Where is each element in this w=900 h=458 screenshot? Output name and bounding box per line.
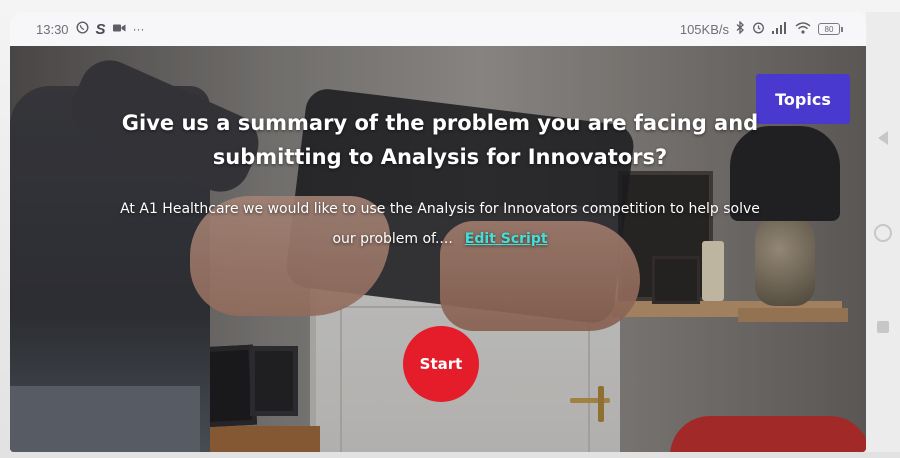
- start-button[interactable]: Start: [403, 326, 479, 402]
- edit-script-link[interactable]: Edit Script: [465, 231, 548, 247]
- status-bar: 13:30 S ··· 105KB/s 80: [10, 12, 866, 46]
- home-icon[interactable]: [874, 223, 892, 242]
- status-bar-right: 105KB/s 80: [679, 20, 843, 37]
- more-dots-icon: ···: [132, 22, 145, 36]
- wifi-icon: [795, 21, 811, 37]
- s-app-icon: S: [95, 20, 106, 38]
- video-camera-icon: [112, 22, 126, 36]
- battery-indicator: 80: [818, 23, 843, 35]
- status-time: 13:30: [36, 21, 69, 37]
- prompt-question: Give us a summary of the problem you are…: [121, 111, 759, 169]
- network-speed: 105KB/s: [679, 21, 729, 37]
- recents-icon[interactable]: [877, 320, 889, 333]
- bluetooth-icon: [736, 20, 745, 37]
- signal-icon: [772, 21, 788, 37]
- phone-screen: 13:30 S ··· 105KB/s 80 Topics Give us a …: [10, 12, 866, 452]
- prompt-script: At A1 Healthcare we would like to use th…: [110, 194, 770, 254]
- camera-preview: Topics Give us a summary of the problem …: [10, 46, 866, 452]
- whatsapp-icon: [76, 21, 89, 37]
- back-icon[interactable]: [878, 131, 888, 146]
- alarm-icon: [752, 21, 765, 37]
- android-nav-bar: [866, 12, 900, 452]
- status-bar-left: 13:30 S ···: [36, 21, 145, 38]
- script-text: At A1 Healthcare we would like to use th…: [120, 201, 760, 247]
